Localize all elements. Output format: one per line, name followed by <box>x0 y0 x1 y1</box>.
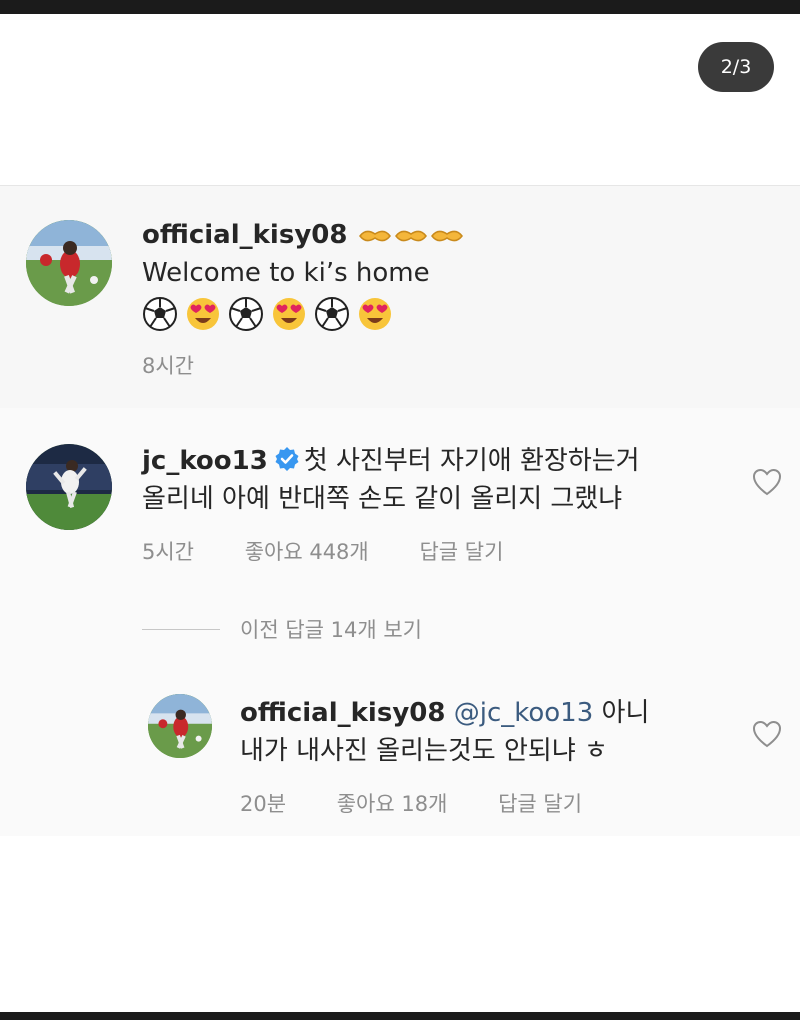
soccer-ball-icon <box>143 297 177 331</box>
handshake-icon <box>394 230 427 241</box>
like-heart-icon[interactable] <box>752 720 782 748</box>
comment-body-line2: 올리네 아예 반대쪽 손도 같이 올리지 그랬냐 <box>142 484 623 514</box>
comment-meta: 5시간 좋아요 448개 답글 달기 <box>142 536 547 566</box>
avatar-jc-koo13[interactable] <box>26 444 112 530</box>
soccer-ball-icon <box>315 297 350 331</box>
caption-time: 8시간 <box>142 354 195 378</box>
divider-line <box>142 628 220 630</box>
comment-username[interactable]: jc_koo13 <box>142 446 268 476</box>
caption-emoji-line <box>142 296 395 332</box>
reply-meta: 20분 좋아요 18개 답글 달기 <box>240 788 626 818</box>
view-previous-replies[interactable]: 이전 답글 14개 보기 <box>142 614 422 644</box>
heart-eyes-icon <box>273 298 306 330</box>
instagram-comments-screen: 2/3 official_kisy08 Welcome to ki’s home <box>0 0 800 1020</box>
heart-eyes-icon <box>359 298 392 330</box>
reply-mention[interactable]: @jc_koo13 <box>454 698 594 728</box>
soccer-ball-icon <box>229 297 264 331</box>
navigation-bar <box>0 1012 800 1020</box>
avatar-official-kisy08[interactable] <box>26 220 112 306</box>
handshake-icon <box>358 230 391 241</box>
reply-likes[interactable]: 좋아요 18개 <box>337 792 448 816</box>
comment-text: jc_koo13 첫 사진부터 자기애 환장하는거 올리네 아예 반대쪽 손도 같… <box>142 442 640 518</box>
comment-time: 5시간 <box>142 540 195 564</box>
reply-username[interactable]: official_kisy08 <box>240 698 445 728</box>
comment-body-line1: 첫 사진부터 자기애 환장하는거 <box>303 446 640 476</box>
verified-badge-icon <box>275 447 299 471</box>
caption-username[interactable]: official_kisy08 <box>142 220 347 250</box>
carousel-page-indicator: 2/3 <box>698 42 774 92</box>
reply-reply-button[interactable]: 답글 달기 <box>498 792 582 816</box>
comment-likes[interactable]: 좋아요 448개 <box>245 540 369 564</box>
caption-meta: 8시간 <box>142 350 238 380</box>
reply-text: official_kisy08 @jc_koo13 아니 내가 내사진 올리는것… <box>240 694 649 770</box>
comment-reply-button[interactable]: 답글 달기 <box>419 540 503 564</box>
status-bar <box>0 0 800 14</box>
like-heart-icon[interactable] <box>752 468 782 496</box>
caption-body: Welcome to ki’s home <box>142 258 430 288</box>
reply-time: 20분 <box>240 792 287 816</box>
view-replies-label: 이전 답글 14개 보기 <box>240 618 422 642</box>
reply-body-line2: 내가 내사진 올리는것도 안되냐 ㅎ <box>240 736 608 766</box>
reply-body-line1: 아니 <box>601 698 650 728</box>
caption-text: official_kisy08 Welcome to ki’s home <box>142 216 464 292</box>
handshake-icon <box>430 230 463 241</box>
avatar-official-kisy08-reply[interactable] <box>148 694 212 758</box>
heart-eyes-icon <box>187 298 220 330</box>
